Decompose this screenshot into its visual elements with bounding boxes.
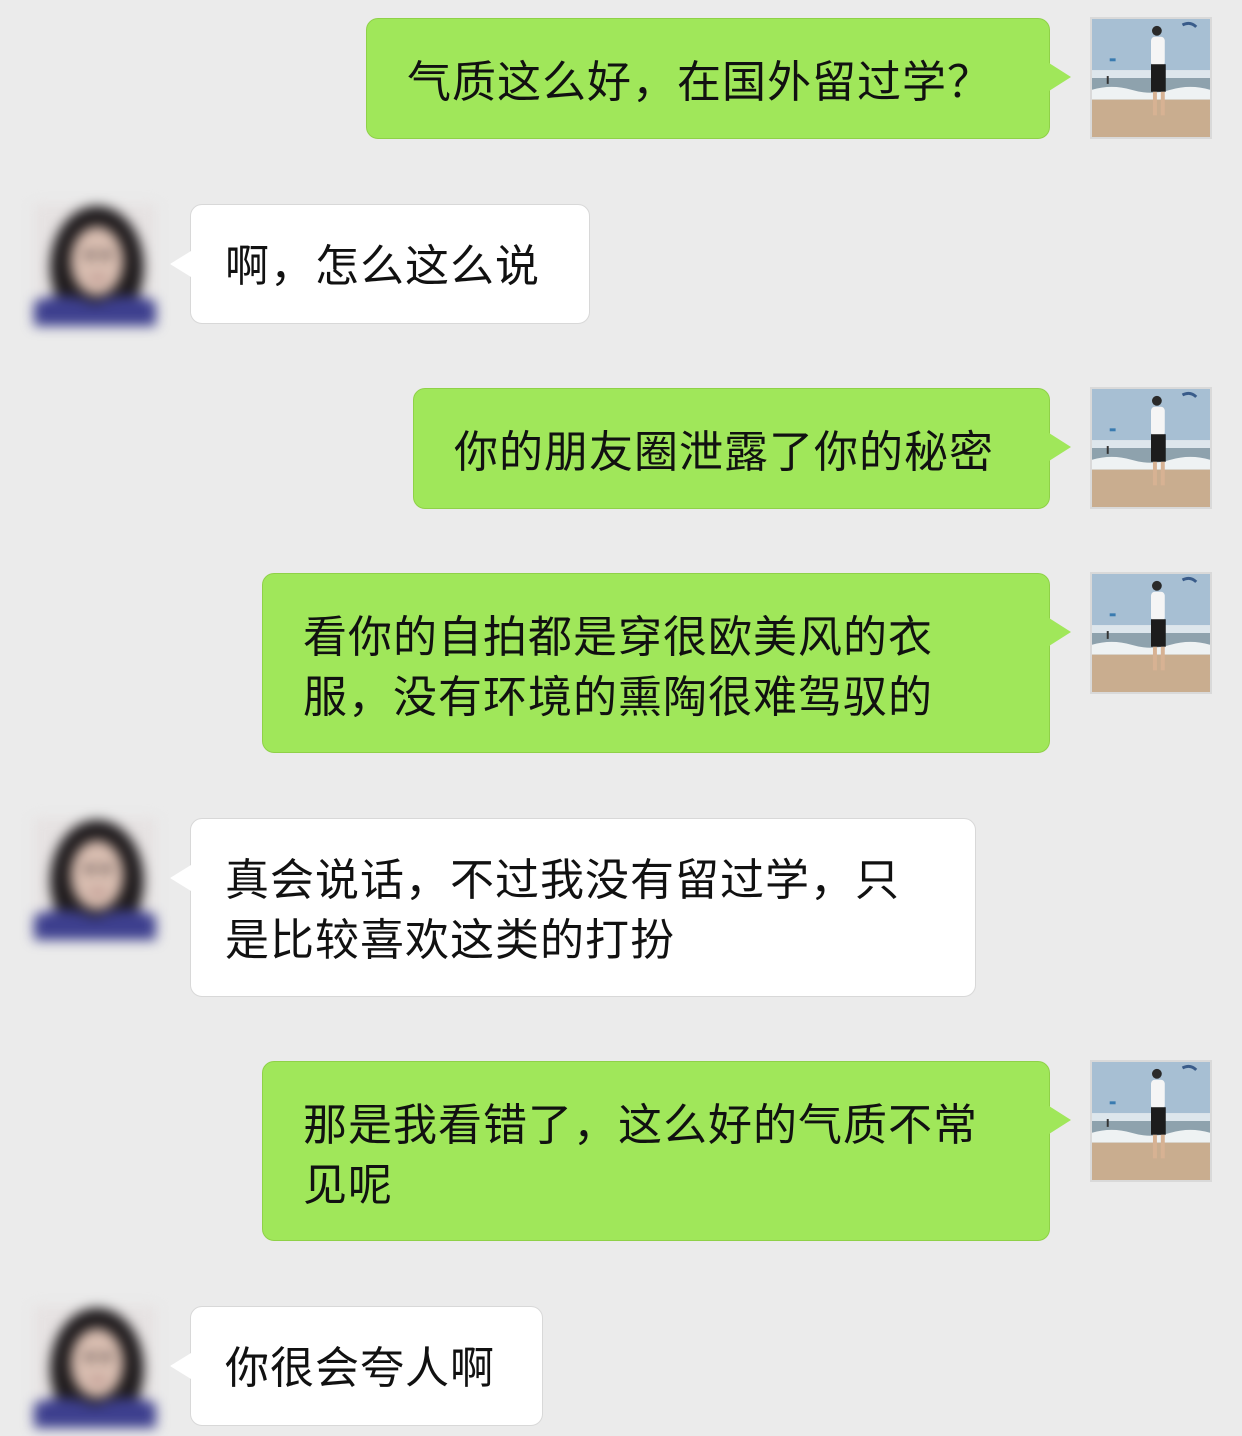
message-bubble-sent[interactable]: 那是我看错了，这么好的气质不常见呢 bbox=[262, 1061, 1071, 1241]
message-text: 真会说话，不过我没有留过学，只是比较喜欢这类的打扮 bbox=[225, 855, 900, 966]
message-bubble-sent[interactable]: 你的朋友圈泄露了你的秘密 bbox=[413, 388, 1071, 509]
beach-photo-avatar-icon[interactable] bbox=[1090, 572, 1212, 694]
blurred-portrait-avatar-icon[interactable] bbox=[34, 204, 156, 326]
message-bubble-received[interactable]: 真会说话，不过我没有留过学，只是比较喜欢这类的打扮 bbox=[170, 818, 976, 997]
message-text: 你的朋友圈泄露了你的秘密 bbox=[454, 427, 994, 478]
blurred-portrait-avatar-icon[interactable] bbox=[34, 1306, 156, 1428]
beach-photo-avatar-icon[interactable] bbox=[1090, 17, 1212, 139]
message-bubble-received[interactable]: 你很会夸人啊 bbox=[170, 1306, 543, 1426]
message-bubble-received[interactable]: 啊，怎么这么说 bbox=[170, 204, 590, 324]
beach-photo-avatar-icon[interactable] bbox=[1090, 1060, 1212, 1182]
message-text: 那是我看错了，这么好的气质不常见呢 bbox=[303, 1100, 978, 1211]
message-text: 气质这么好，在国外留过学？ bbox=[407, 57, 992, 108]
message-bubble-sent[interactable]: 看你的自拍都是穿很欧美风的衣服，没有环境的熏陶很难驾驭的 bbox=[262, 573, 1071, 753]
message-text: 看你的自拍都是穿很欧美风的衣服，没有环境的熏陶很难驾驭的 bbox=[303, 612, 933, 723]
beach-photo-avatar-icon[interactable] bbox=[1090, 387, 1212, 509]
message-text: 啊，怎么这么说 bbox=[225, 241, 540, 292]
message-bubble-sent[interactable]: 气质这么好，在国外留过学？ bbox=[366, 18, 1071, 139]
message-text: 你很会夸人啊 bbox=[225, 1343, 495, 1394]
blurred-portrait-avatar-icon[interactable] bbox=[34, 818, 156, 940]
